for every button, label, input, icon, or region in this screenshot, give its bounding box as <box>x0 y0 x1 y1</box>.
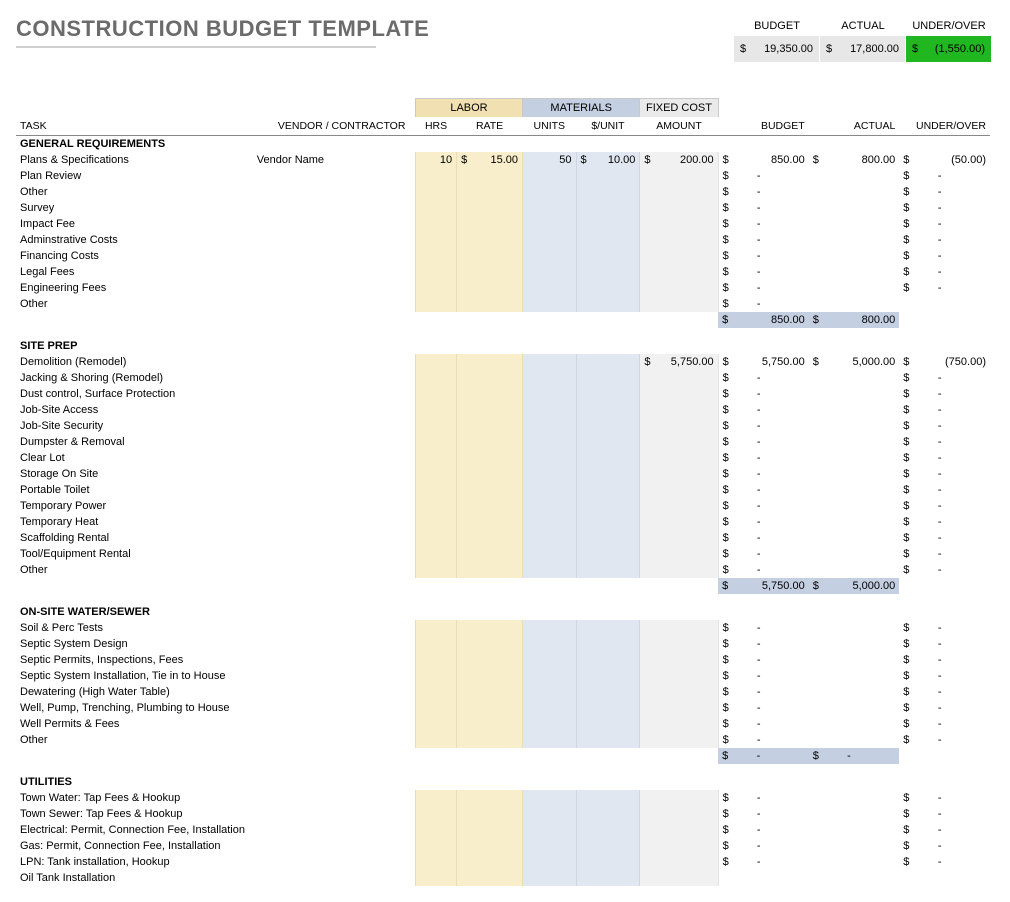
col-actual: ACTUAL <box>809 117 900 136</box>
group-header-fixed: FIXED COST <box>640 99 718 118</box>
col-uo: UNDER/OVER <box>899 117 990 136</box>
table-row: Job-Site Security$-$- <box>16 418 990 434</box>
table-row: LPN: Tank installation, Hookup$-$- <box>16 854 990 870</box>
column-header-row: TASK VENDOR / CONTRACTOR HRS RATE UNITS … <box>16 117 990 136</box>
table-row: Electrical: Permit, Connection Fee, Inst… <box>16 822 990 838</box>
subtotal-row: $-$- <box>16 748 990 764</box>
table-row: Jacking & Shoring (Remodel)$-$- <box>16 370 990 386</box>
col-punit: $/UNIT <box>576 117 640 136</box>
table-row: Clear Lot$-$- <box>16 450 990 466</box>
col-units: UNITS <box>523 117 577 136</box>
table-row: Dust control, Surface Protection$-$- <box>16 386 990 402</box>
section-header: ON-SITE WATER/SEWER <box>16 604 990 620</box>
table-row: Demolition (Remodel)$5,750.00$5,750.00$5… <box>16 354 990 370</box>
table-row: Plan Review$-$- <box>16 168 990 184</box>
col-task: TASK <box>16 117 253 136</box>
group-header-row: LABOR MATERIALS FIXED COST <box>16 99 990 118</box>
summary-label-uo: UNDER/OVER <box>906 16 992 36</box>
summary-value-actual: $17,800.00 <box>820 36 906 62</box>
table-row: Adminstrative Costs$-$- <box>16 232 990 248</box>
table-row: Other$-$- <box>16 562 990 578</box>
title-divider <box>16 46 376 48</box>
col-rate: RATE <box>457 117 523 136</box>
section-header: SITE PREP <box>16 338 990 354</box>
summary-value-uo: $(1,550.00) <box>906 36 992 62</box>
table-row: Dumpster & Removal$-$- <box>16 434 990 450</box>
table-row: Soil & Perc Tests$-$- <box>16 620 990 636</box>
summary-label-budget: BUDGET <box>734 16 820 36</box>
summary-label-actual: ACTUAL <box>820 16 906 36</box>
table-row: Town Sewer: Tap Fees & Hookup$-$- <box>16 806 990 822</box>
table-row: Financing Costs$-$- <box>16 248 990 264</box>
subtotal-row: $850.00$800.00 <box>16 312 990 328</box>
summary-value-budget: $19,350.00 <box>734 36 820 62</box>
table-row: Tool/Equipment Rental$-$- <box>16 546 990 562</box>
col-vendor: VENDOR / CONTRACTOR <box>253 117 416 136</box>
table-row: Well Permits & Fees$-$- <box>16 716 990 732</box>
table-row: Engineering Fees$-$- <box>16 280 990 296</box>
table-row: Portable Toilet$-$- <box>16 482 990 498</box>
table-row: Storage On Site$-$- <box>16 466 990 482</box>
group-header-materials: MATERIALS <box>523 99 640 118</box>
table-row: Other$- <box>16 296 990 312</box>
col-amount: AMOUNT <box>640 117 718 136</box>
section-header: UTILITIES <box>16 774 990 790</box>
table-row: Legal Fees$-$- <box>16 264 990 280</box>
table-row: Oil Tank Installation <box>16 870 990 886</box>
subtotal-row: $5,750.00$5,000.00 <box>16 578 990 594</box>
section-header: GENERAL REQUIREMENTS <box>16 136 990 152</box>
table-row: Job-Site Access$-$- <box>16 402 990 418</box>
table-row: Septic Permits, Inspections, Fees$-$- <box>16 652 990 668</box>
table-row: Other$-$- <box>16 184 990 200</box>
col-budget: BUDGET <box>718 117 809 136</box>
table-row: Other$-$- <box>16 732 990 748</box>
table-row: Scaffolding Rental$-$- <box>16 530 990 546</box>
table-row: Well, Pump, Trenching, Plumbing to House… <box>16 700 990 716</box>
table-row: Dewatering (High Water Table)$-$- <box>16 684 990 700</box>
table-row: Gas: Permit, Connection Fee, Installatio… <box>16 838 990 854</box>
table-row: Septic System Installation, Tie in to Ho… <box>16 668 990 684</box>
table-row: Town Water: Tap Fees & Hookup$-$- <box>16 790 990 806</box>
table-row: Temporary Power$-$- <box>16 498 990 514</box>
table-row: Survey$-$- <box>16 200 990 216</box>
table-row: Plans & SpecificationsVendor Name10$15.0… <box>16 152 990 168</box>
col-hrs: HRS <box>415 117 456 136</box>
group-header-labor: LABOR <box>415 99 522 118</box>
table-row: Temporary Heat$-$- <box>16 514 990 530</box>
table-row: Septic System Design$-$- <box>16 636 990 652</box>
summary-panel: BUDGET $19,350.00 ACTUAL $17,800.00 UNDE… <box>734 16 992 62</box>
budget-table: LABOR MATERIALS FIXED COST TASK VENDOR /… <box>16 98 990 886</box>
table-row: Impact Fee$-$- <box>16 216 990 232</box>
